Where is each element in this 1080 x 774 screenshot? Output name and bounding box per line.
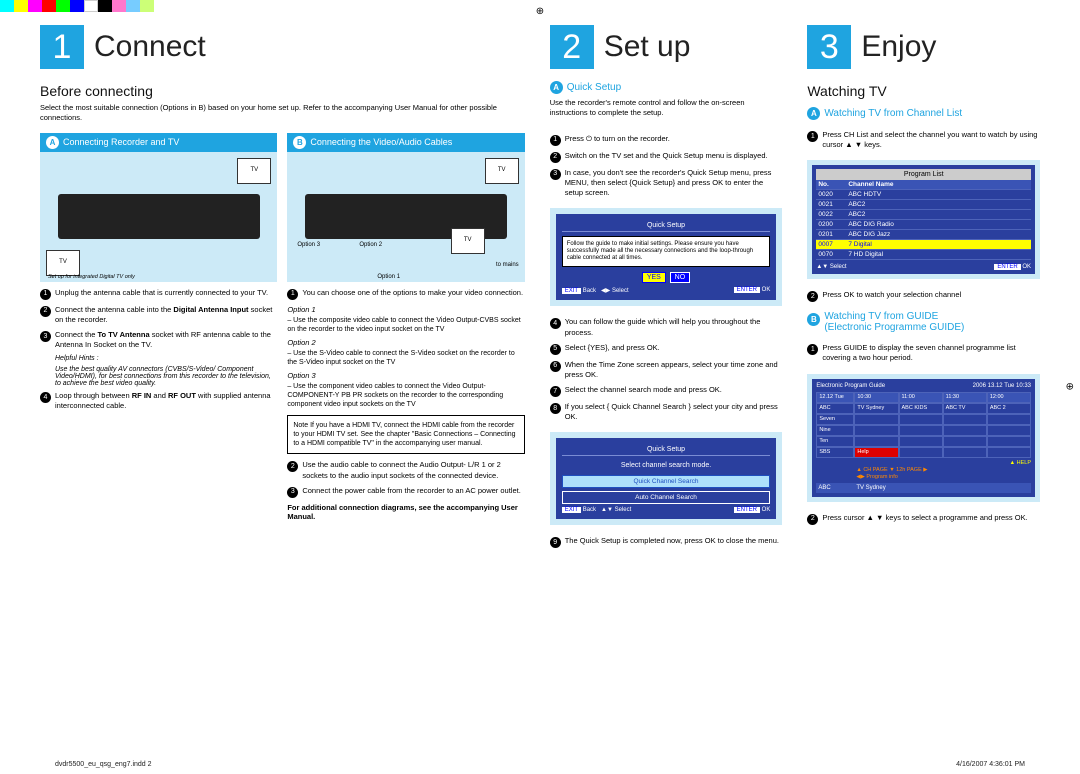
watch-B-step1: 1Press GUIDE to display the seven channe… — [807, 343, 1040, 363]
A-step3: 3 Connect the To TV Antenna socket with … — [40, 330, 277, 350]
step3-number: 3 — [807, 25, 851, 69]
step3-title: Enjoy — [861, 30, 936, 64]
page-body: 1 Connect Before connecting Select the m… — [40, 25, 1040, 749]
qs-step2: 2Switch on the TV set and the Quick Setu… — [550, 151, 783, 163]
qs-step3: 3In case, you don't see the recorder's Q… — [550, 168, 783, 198]
osd-quick-setup-1: Quick Setup Follow the guide to make ini… — [550, 208, 783, 307]
osd1-no-button[interactable]: NO — [670, 272, 691, 283]
epg-selected-cell[interactable]: Help — [854, 447, 898, 458]
osd1-yes-button[interactable]: YES — [642, 272, 666, 283]
qs-step9: 9The Quick Setup is completed now, press… — [550, 536, 783, 548]
connect-B-header: B Connecting the Video/Audio Cables — [287, 133, 524, 152]
osd2-title: Quick Setup — [562, 444, 771, 456]
connect-A-title: Connecting Recorder and TV — [63, 137, 179, 147]
opt3-label: Option 3 — [287, 371, 524, 380]
additional-diagrams-note: For additional connection diagrams, see … — [287, 503, 524, 521]
watch-B-title1: Watching TV from GUIDE — [824, 311, 938, 322]
opt1-text: – Use the composite video cable to conne… — [287, 316, 524, 334]
step3-header: 3 Enjoy — [807, 25, 1040, 69]
watch-letter-B: B — [807, 313, 820, 326]
watch-B-step2: 2Press cursor ▲ ▼ keys to select a progr… — [807, 513, 1040, 525]
column-connect: 1 Connect Before connecting Select the m… — [40, 25, 525, 749]
watch-letter-A: A — [807, 107, 820, 120]
connect-A-header: A Connecting Recorder and TV — [40, 133, 277, 152]
letter-B-badge: B — [293, 136, 306, 149]
osd2-opt-auto[interactable]: Auto Channel Search — [562, 491, 771, 504]
osd2-opt-quick[interactable]: Quick Channel Search — [562, 475, 771, 488]
osd2-msg: Select channel search mode. — [562, 462, 771, 469]
connect-subrow: A Connecting Recorder and TV TV TV Set u… — [40, 133, 525, 521]
connect-B-col: B Connecting the Video/Audio Cables TV T… — [287, 133, 524, 521]
watching-tv-heading: Watching TV — [807, 83, 1040, 99]
footer-filename: dvdr5500_eu_qsg_eng7.indd 2 — [55, 761, 152, 768]
step1-title: Connect — [94, 30, 206, 64]
watch-A-step2: 2Press OK to watch your selection channe… — [807, 290, 1040, 302]
qs-step8: 8If you select { Quick Channel Search } … — [550, 402, 783, 422]
opt3-text: – Use the component video cables to conn… — [287, 382, 524, 409]
opt2-text: – Use the S-Video cable to connect the S… — [287, 349, 524, 367]
osd-quick-setup-2: Quick Setup Select channel search mode. … — [550, 432, 783, 525]
osd1-title: Quick Setup — [562, 220, 771, 232]
B-step1: 1You can choose one of the options to ma… — [287, 288, 524, 300]
qs-step6: 6When the Time Zone screen appears, sele… — [550, 360, 783, 380]
osd1-msg: Follow the guide to make initial setting… — [562, 236, 771, 268]
quick-setup-heading: A Quick Setup — [550, 81, 783, 94]
program-list-selected-row[interactable]: 00077 Digital — [816, 240, 1031, 250]
column-enjoy: 3 Enjoy Watching TV A Watching TV from C… — [807, 25, 1040, 749]
watch-A-step1: 1Press CH List and select the channel yo… — [807, 130, 1040, 150]
quick-setup-title: Quick Setup — [567, 82, 621, 93]
watch-B-heading: B Watching TV from GUIDE (Electronic Pro… — [807, 311, 1040, 333]
watch-A-heading: A Watching TV from Channel List — [807, 107, 1040, 120]
step1-number: 1 — [40, 25, 84, 69]
hdmi-note: Note If you have a HDMI TV, connect the … — [287, 415, 524, 454]
column-setup: 2 Set up A Quick Setup Use the recorder'… — [550, 25, 783, 749]
print-colorbar-right — [0, 0, 1045, 12]
A-step1: 1Unplug the antenna cable that is curren… — [40, 288, 277, 300]
A-step4: 4 Loop through between RF IN and RF OUT … — [40, 391, 277, 411]
helpful-hints-label: Helpful Hints : — [55, 355, 277, 362]
qs-step4: 4You can follow the guide which will hel… — [550, 317, 783, 337]
qs-step1: 1Press ⏻ to turn on the recorder. — [550, 134, 783, 146]
footer-timestamp: 4/16/2007 4:36:01 PM — [956, 761, 1025, 768]
B-step2: 2Use the audio cable to connect the Audi… — [287, 460, 524, 480]
epg-osd: Electronic Program Guide2006 13.12 Tue 1… — [807, 374, 1040, 502]
watch-B-title2: (Electronic Programme GUIDE) — [824, 322, 964, 333]
opt2-label: Option 2 — [287, 338, 524, 347]
step2-title: Set up — [604, 30, 691, 64]
quick-setup-intro: Use the recorder's remote control and fo… — [550, 98, 783, 118]
diagram-caption: Set up for integrated Digital TV only — [48, 274, 135, 280]
qs-step5: 5Select {YES}, and press OK. — [550, 343, 783, 355]
letter-A-badge: A — [46, 136, 59, 149]
program-list-osd: Program List No.Channel Name 0020ABC HDT… — [807, 160, 1040, 279]
connect-B-title: Connecting the Video/Audio Cables — [310, 137, 452, 147]
diagram-recorder-tv: TV TV Set up for integrated Digital TV o… — [40, 152, 277, 282]
setup-letter-A: A — [550, 81, 563, 94]
A-step2: 2 Connect the antenna cable into the Dig… — [40, 305, 277, 325]
registration-mark-top: ⊕ — [536, 6, 544, 17]
diagram-video-audio: TV TV Option 3 Option 2 Option 1 to main… — [287, 152, 524, 282]
watch-A-title: Watching TV from Channel List — [824, 108, 962, 119]
step2-number: 2 — [550, 25, 594, 69]
step1-header: 1 Connect — [40, 25, 525, 69]
connect-A-col: A Connecting Recorder and TV TV TV Set u… — [40, 133, 277, 521]
before-connecting-heading: Before connecting — [40, 83, 525, 99]
helpful-hints-text: Use the best quality AV connectors (CVBS… — [55, 366, 277, 387]
before-connecting-intro: Select the most suitable connection (Opt… — [40, 103, 525, 123]
qs-step7: 7Select the channel search mode and pres… — [550, 385, 783, 397]
opt1-label: Option 1 — [287, 305, 524, 314]
step2-header: 2 Set up — [550, 25, 783, 69]
B-step3: 3Connect the power cable from the record… — [287, 486, 524, 498]
program-list-title: Program List — [816, 169, 1031, 180]
registration-mark-right: ⊕ — [1066, 382, 1074, 393]
